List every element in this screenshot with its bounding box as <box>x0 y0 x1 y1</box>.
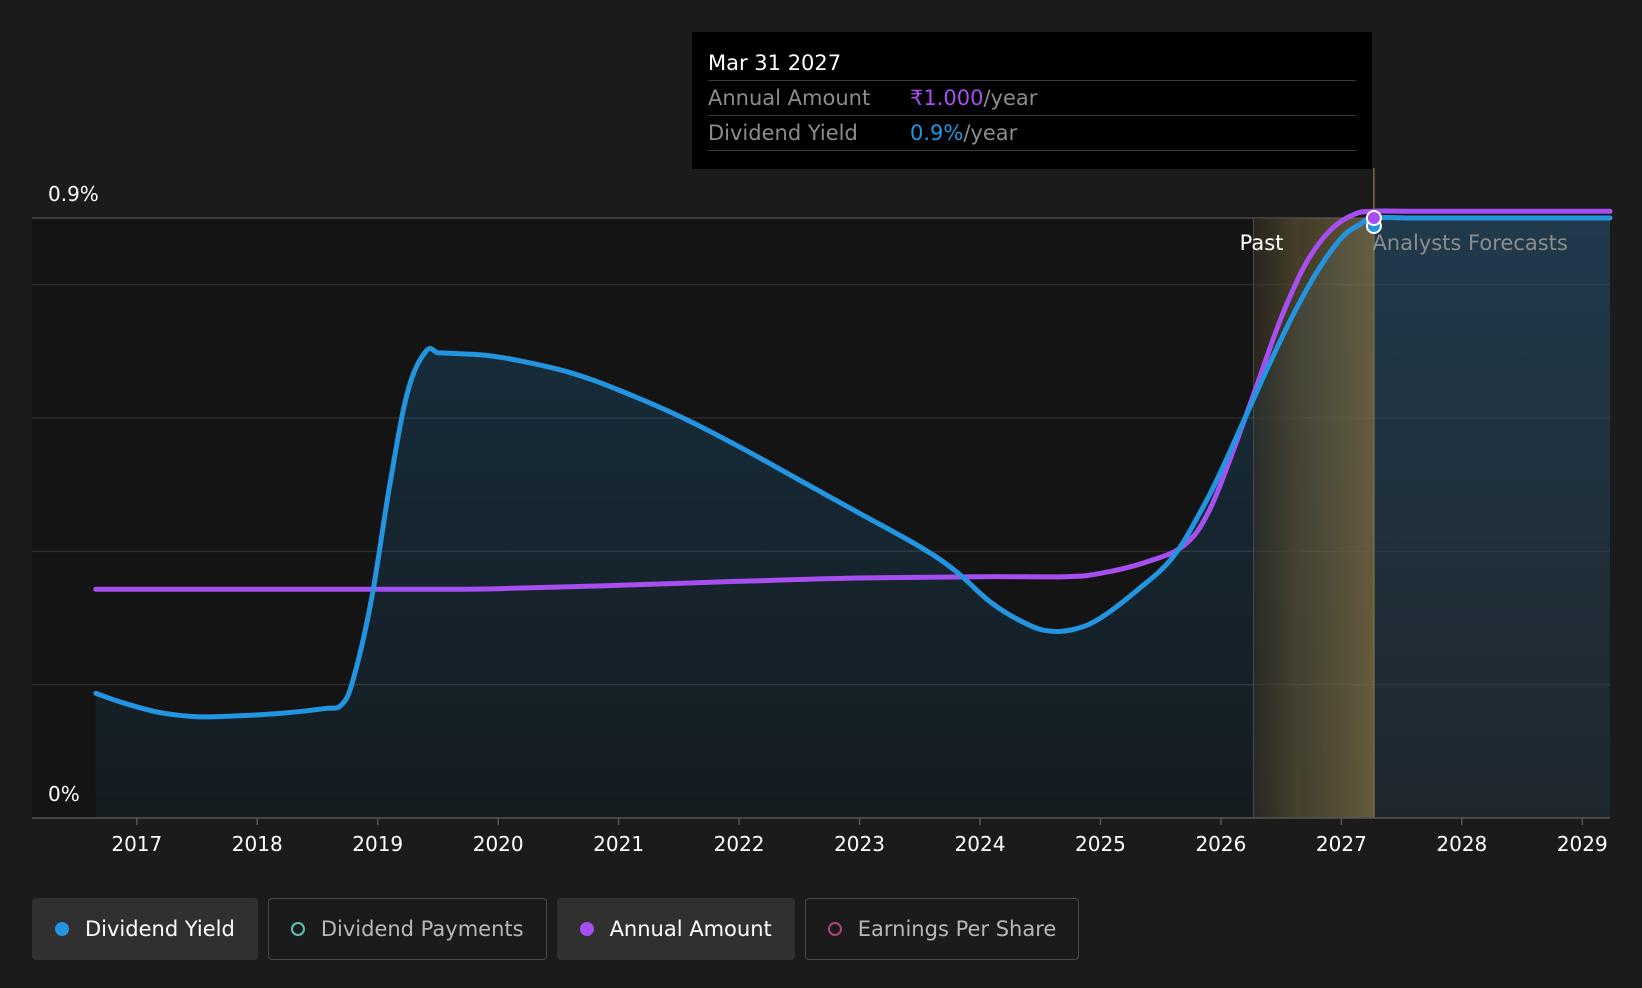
legend-dot-icon <box>579 922 594 936</box>
tooltip-value: ₹1.000 <box>910 86 984 110</box>
x-tick-label: 2019 <box>352 832 403 856</box>
tooltip-value: 0.9% <box>910 121 964 145</box>
tooltip-label: Annual Amount <box>708 86 871 110</box>
x-tick-label: 2029 <box>1557 832 1608 856</box>
tooltip-date: Mar 31 2027 <box>708 46 1356 81</box>
legend-item-annual-amount[interactable]: Annual Amount <box>556 898 795 960</box>
x-tick-label: 2028 <box>1436 832 1487 856</box>
legend-label: Earnings Per Share <box>857 917 1057 941</box>
legend-item-dividend-yield[interactable]: Dividend Yield <box>32 898 258 960</box>
tooltip-unit: /year <box>983 86 1038 110</box>
past-region-band <box>1253 218 1301 818</box>
legend-item-dividend-payments[interactable]: Dividend Payments <box>267 898 547 960</box>
x-tick-label: 2027 <box>1316 832 1367 856</box>
tooltip-label: Dividend Yield <box>708 121 858 145</box>
x-tick-label: 2021 <box>593 832 644 856</box>
tooltip-row-dividend-yield: Dividend Yield 0.9% /year <box>708 116 1356 151</box>
past-label: Past <box>1240 231 1284 255</box>
y-axis-max-label: 0.9% <box>48 182 99 206</box>
legend-label: Dividend Yield <box>85 917 235 941</box>
chart-legend: Dividend Yield Dividend Payments Annual … <box>32 898 1080 960</box>
legend-label: Dividend Payments <box>320 917 524 941</box>
legend-dot-icon <box>827 922 842 936</box>
y-axis-min-label: 0% <box>48 782 80 806</box>
legend-item-earnings-per-share[interactable]: Earnings Per Share <box>804 898 1080 960</box>
x-tick-label: 2024 <box>955 832 1006 856</box>
analysts-forecasts-label: Analysts Forecasts <box>1372 231 1567 255</box>
legend-dot-icon <box>290 922 305 936</box>
tooltip-row-annual-amount: Annual Amount ₹1.000 /year <box>708 81 1356 116</box>
x-tick-label: 2020 <box>473 832 524 856</box>
forecast-region-band <box>1300 218 1374 818</box>
legend-label: Annual Amount <box>609 917 772 941</box>
x-tick-label: 2023 <box>834 832 885 856</box>
x-tick-label: 2018 <box>232 832 283 856</box>
x-tick-label: 2026 <box>1195 832 1246 856</box>
annual-amount-marker[interactable] <box>1365 210 1382 226</box>
x-axis-ticks: 2017 2018 2019 2020 2021 2022 2023 2024 2025 2026… <box>111 818 1608 856</box>
tooltip-unit: /year <box>963 121 1018 145</box>
chart-tooltip: Mar 31 2027 Annual Amount ₹1.000 /year D… <box>692 32 1372 169</box>
legend-dot-icon <box>55 922 69 936</box>
x-tick-label: 2017 <box>111 832 162 856</box>
x-tick-label: 2022 <box>714 832 765 856</box>
x-tick-label: 2025 <box>1075 832 1126 856</box>
